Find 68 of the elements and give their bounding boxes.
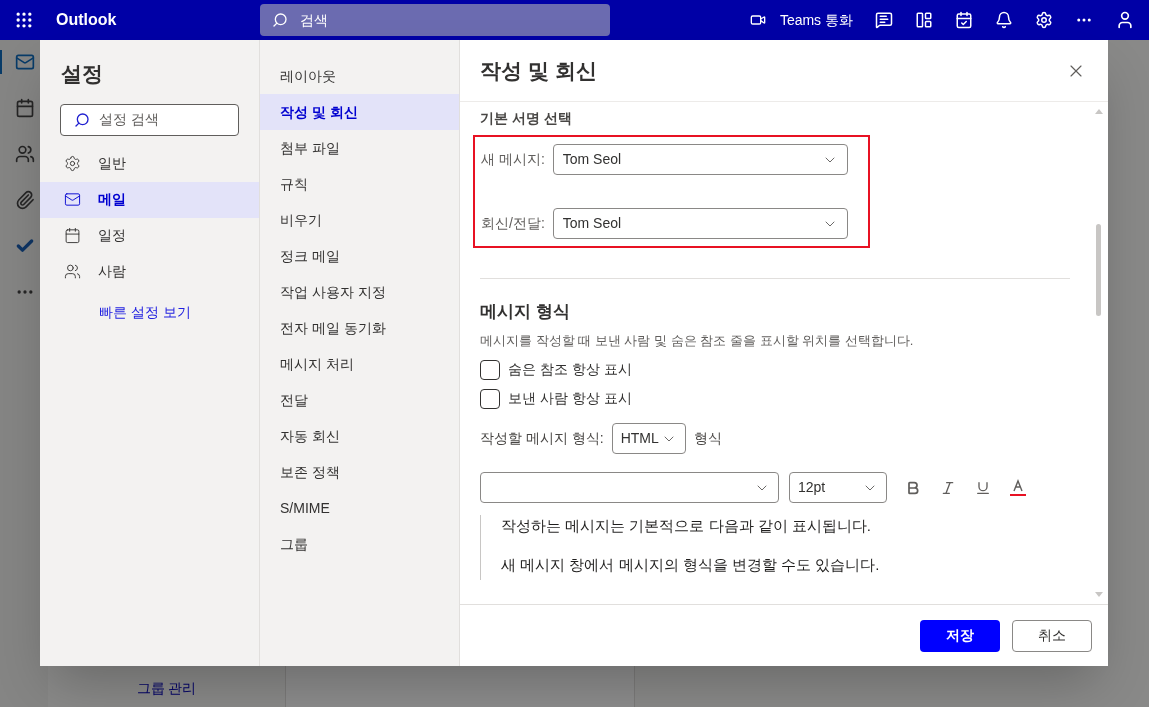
field-label: 작성할 메시지 형식: [480,429,604,448]
section-heading: 기본 서명 선택 [480,109,573,128]
settings-search-field[interactable]: 설정 검색 [60,103,239,136]
mail-icon [64,191,81,208]
underline-icon[interactable] [975,479,991,496]
gear-icon [64,155,81,172]
settings-subcategory[interactable]: S/MIME [260,490,459,526]
mail-icon[interactable] [15,52,35,72]
account-icon[interactable] [1115,10,1135,30]
paperclip-icon[interactable] [15,190,35,210]
settings-subcategory[interactable]: 그룹 [260,526,459,562]
search-icon [74,111,90,128]
preview-text: 새 메시지 창에서 메시지의 형식을 변경할 수도 있습니다. [501,554,881,575]
calendar-check-icon[interactable] [955,11,973,29]
calendar-icon[interactable] [15,98,35,118]
cancel-button[interactable]: 취소 [1012,619,1092,652]
panel-title: 작성 및 회신 [480,57,597,84]
italic-icon[interactable] [940,479,956,496]
settings-subcategory[interactable]: 전달 [260,382,459,418]
app-name: Outlook [56,10,118,30]
settings-category[interactable]: 메일 [40,181,259,218]
settings-category[interactable]: 일정 [40,217,259,254]
section-heading: 메시지 형식 [480,301,571,323]
settings-subcategory[interactable]: 자동 회신 [260,418,459,454]
checkbox[interactable] [480,388,500,409]
search-field[interactable]: 검색 [260,4,610,36]
preview-text: 작성하는 메시지는 기본적으로 다음과 같이 표시됩니다. [501,516,872,536]
section-description: 메시지를 작성할 때 보낸 사람 및 숨은 참조 줄을 표시할 위치를 선택합니다. [480,331,915,350]
people-icon[interactable] [15,144,35,164]
settings-subcategory[interactable]: 작업 사용자 지정 [260,274,459,310]
signature-select[interactable]: Tom Seol [552,144,848,175]
settings-title: 설정 [61,61,104,87]
format-select[interactable]: HTML [611,423,686,454]
chat-icon[interactable] [875,11,893,29]
settings-subcategory[interactable]: 규칙 [260,166,459,202]
settings-subcategory[interactable]: 메시지 처리 [260,346,459,382]
field-label: 새 메시지: [481,150,545,169]
settings-subcategory[interactable]: 레이아웃 [260,58,459,94]
manage-groups-link[interactable]: 그룹 관리 [136,678,197,699]
teams-call-link[interactable]: Teams 통화 [779,9,853,31]
bell-icon[interactable] [995,11,1013,29]
checkbox-label: 숨은 참조 항상 표시 [508,360,632,379]
quick-settings-link[interactable]: 빠른 설정 보기 [99,301,259,323]
settings-subcategory[interactable]: 첨부 파일 [260,130,459,166]
field-label: 회신/전달: [481,214,545,233]
settings-subcategory[interactable]: 보존 정책 [260,454,459,490]
people-icon [64,263,81,280]
font-size-select[interactable]: 12pt [789,472,887,503]
settings-subcategory[interactable]: 정크 메일 [260,238,459,274]
settings-category[interactable]: 일반 [40,145,259,182]
settings-subcategory[interactable]: 비우기 [260,202,459,238]
save-button[interactable]: 저장 [920,619,1000,652]
checkbox[interactable] [480,359,500,380]
checkbox-label: 보낸 사람 항상 표시 [508,389,632,408]
app-launcher-icon[interactable] [14,10,34,30]
settings-subcategory[interactable]: 전자 메일 동기화 [260,310,459,346]
font-select[interactable] [480,472,779,503]
settings-category[interactable]: 사람 [40,253,259,290]
office-icon[interactable] [915,11,933,29]
calendar-icon [64,227,81,244]
video-camera-icon[interactable] [749,12,766,28]
settings-icon[interactable] [1035,11,1053,29]
field-suffix: 형식 [693,429,722,448]
font-color-icon[interactable] [1010,478,1026,497]
settings-subcategory[interactable]: 작성 및 회신 [260,94,459,130]
search-icon [272,12,288,28]
signature-select[interactable]: Tom Seol [552,208,848,239]
bold-icon[interactable] [905,479,921,496]
